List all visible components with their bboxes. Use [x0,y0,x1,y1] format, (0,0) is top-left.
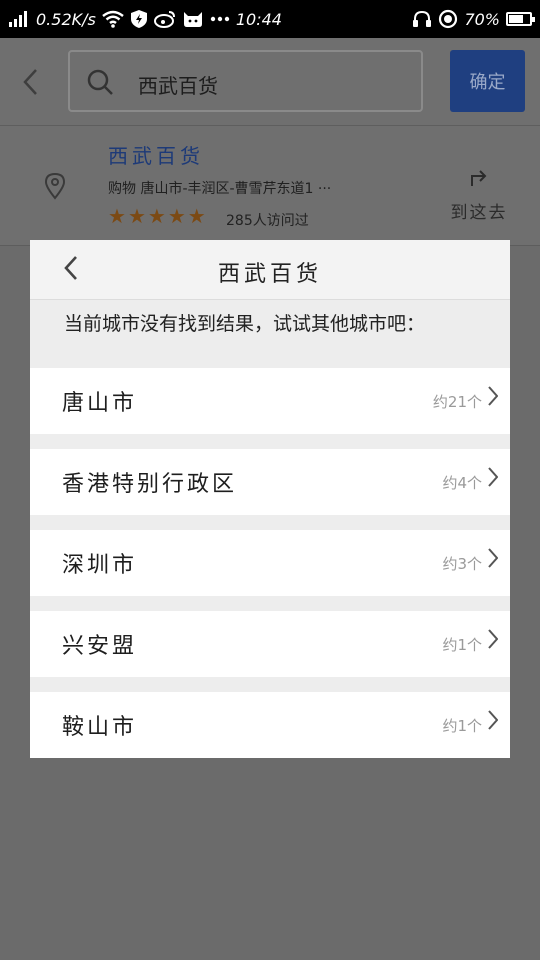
dialog-header: 西武百货 [30,240,510,300]
chevron-right-icon [488,467,499,493]
city-count: 约4个 [442,473,482,492]
battery-icon [506,12,535,26]
star-icon: ★ [108,204,126,228]
confirm-button[interactable]: 确定 [450,50,525,112]
network-speed: 0.52K/s [36,9,96,29]
search-query-text: 西武百货 [138,74,218,98]
search-input[interactable]: 西武百货 [68,50,423,112]
visit-count: 285人访问过 [226,213,309,229]
chevron-right-icon [488,548,499,574]
search-icon [86,68,114,100]
city-row-shenzhen[interactable]: 深圳市 约3个 [30,530,510,596]
star-icon: ★ [127,204,146,228]
city-count: 约1个 [442,635,482,654]
wifi-icon [102,10,124,28]
result-title[interactable]: 西武百货 [108,140,204,169]
city-row-anshan[interactable]: 鞍山市 约1个 [30,692,510,758]
city-name: 鞍山市 [62,715,138,740]
dialog-message: 当前城市没有找到结果，试试其他城市吧： [64,313,426,335]
chevron-right-icon [488,386,499,412]
city-row-xinganmeng[interactable]: 兴安盟 约1个 [30,611,510,677]
circle-icon [438,9,458,29]
headset-icon [412,10,432,28]
city-name: 唐山市 [62,391,138,416]
star-icon: ★ [147,204,166,228]
goto-button[interactable]: 到这去 [446,164,512,223]
search-header: 西武百货 确定 [0,38,540,126]
chevron-left-icon [64,256,77,280]
star-icon: ★ [187,204,206,228]
shield-icon [130,9,148,29]
more-icon [210,16,230,22]
city-row-tangshan[interactable]: 唐山市 约21个 [30,368,510,434]
city-name: 深圳市 [62,553,138,578]
clock: 10:44 [235,9,282,29]
status-bar: 0.52K/s 10:44 70% [0,0,540,38]
city-count: 约21个 [432,392,482,411]
chevron-right-icon [488,629,499,655]
signal-icon [8,11,30,27]
chevron-right-icon [488,710,499,736]
weibo-icon [153,10,176,28]
goto-label: 到这去 [450,203,508,223]
city-count: 约1个 [442,716,482,735]
route-arrow-icon [471,170,487,186]
battery-fill [509,15,523,23]
city-select-dialog: 西武百货 当前城市没有找到结果，试试其他城市吧： 唐山市 约21个 香港特别行政… [30,240,510,758]
city-name: 兴安盟 [62,634,138,659]
dialog-back-button[interactable] [62,254,78,289]
result-card[interactable]: 西武百货 购物 唐山市-丰润区-曹雪芹东道1 ··· ★ ★ ★ ★ ★ 285人访问过… [0,126,540,246]
dialog-title: 西武百货 [217,262,322,287]
battery-percent: 70% [464,9,500,29]
chevron-left-icon [23,69,37,95]
city-row-hongkong[interactable]: 香港特别行政区 约4个 [30,449,510,515]
city-name: 香港特别行政区 [62,472,238,497]
city-count: 约3个 [442,554,482,573]
rating-stars: ★ ★ ★ ★ ★ [108,206,206,226]
cat-icon [182,10,204,28]
back-button[interactable] [22,68,38,103]
star-icon: ★ [167,204,186,228]
location-pin-icon [44,172,66,204]
result-address: 购物 唐山市-丰润区-曹雪芹东道1 ··· [108,181,332,197]
